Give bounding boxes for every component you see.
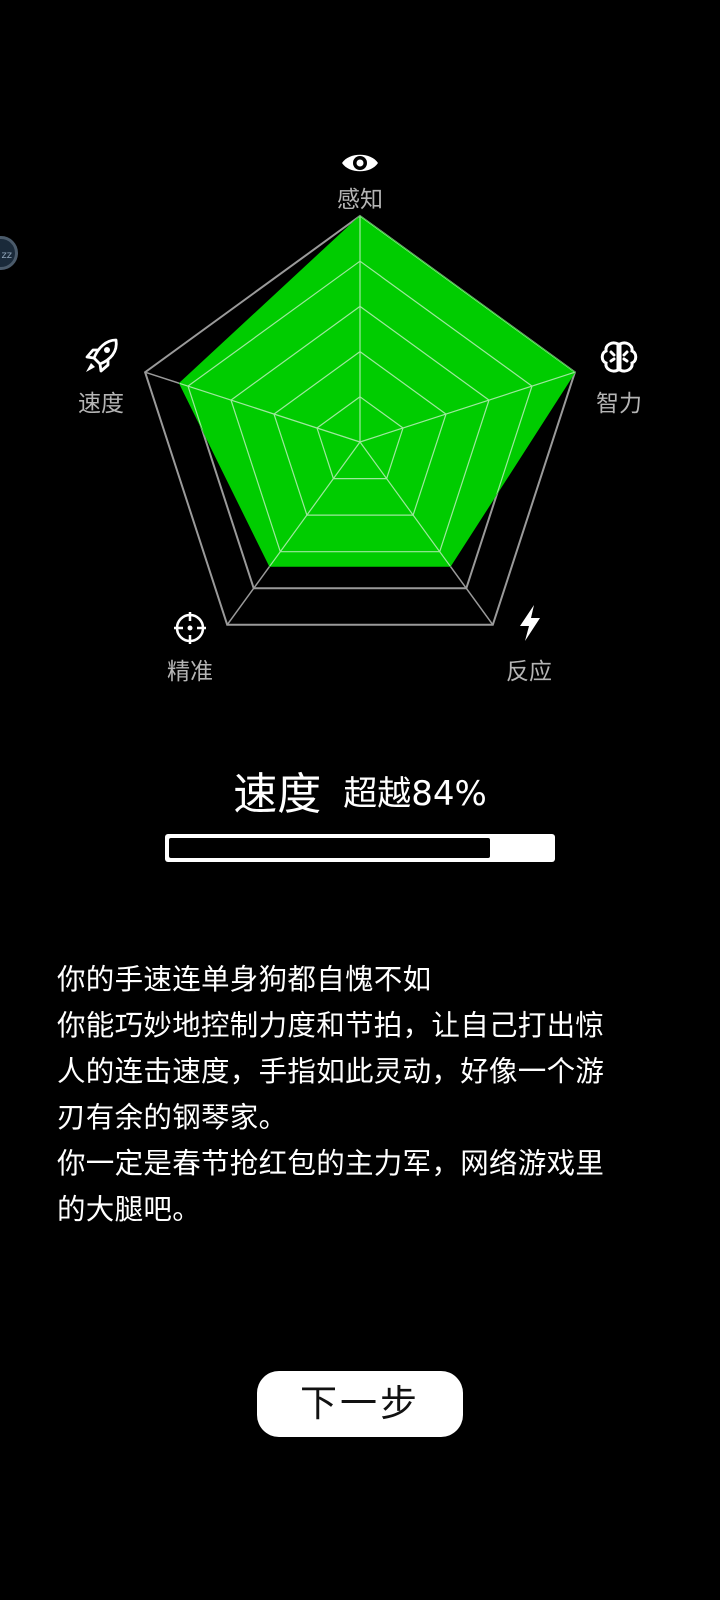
result-percentile: 超越84% — [343, 773, 487, 814]
eye-icon — [342, 154, 378, 172]
description-line: 你一定是春节抢红包的主力军，网络游戏里 — [57, 1147, 605, 1180]
next-step-button[interactable]: 下一步 — [257, 1371, 463, 1437]
description-line: 你能巧妙地控制力度和节拍，让自己打出惊 — [57, 1009, 605, 1042]
result-heading: 速度 超越84% — [0, 758, 720, 822]
description-line: 的大腿吧。 — [57, 1193, 202, 1226]
brain-icon — [600, 341, 638, 373]
result-description: 你的手速连单身狗都自愧不如 你能巧妙地控制力度和节拍，让自己打出惊 人的连击速度… — [57, 957, 657, 1233]
percentile-progress-bar — [165, 834, 555, 862]
axis-label-reaction: 反应 — [506, 659, 552, 685]
axis-label-intelligence: 智力 — [596, 391, 642, 417]
crosshair-icon — [174, 612, 206, 644]
axis-label-precision: 精准 — [167, 659, 213, 685]
percentile-progress-fill — [169, 838, 490, 858]
description-line: 人的连击速度，手指如此灵动，好像一个游 — [57, 1055, 605, 1088]
lightning-icon — [520, 605, 540, 641]
description-line: 你的手速连单身狗都自愧不如 — [57, 963, 432, 996]
description-line: 刃有余的钢琴家。 — [57, 1101, 288, 1134]
axis-label-speed: 速度 — [78, 391, 124, 417]
result-dimension: 速度 — [233, 769, 322, 820]
axis-label-perception: 感知 — [337, 187, 383, 213]
rocket-icon — [85, 338, 118, 373]
